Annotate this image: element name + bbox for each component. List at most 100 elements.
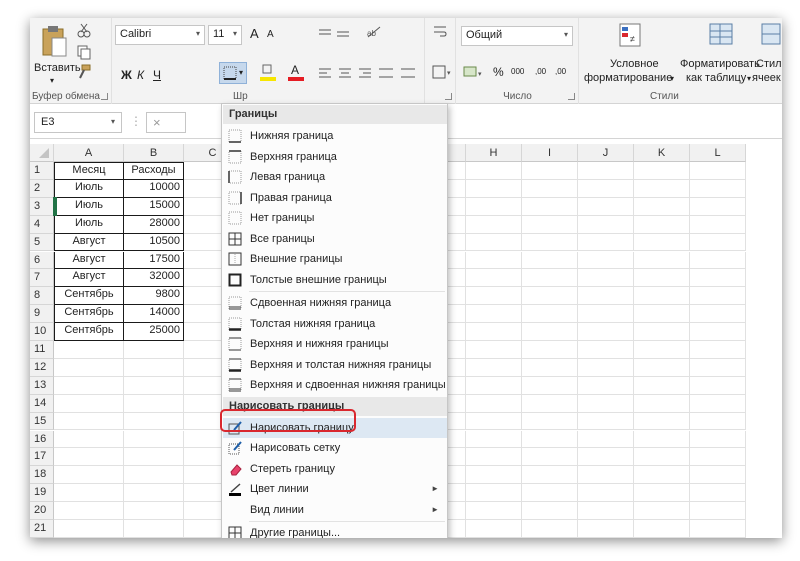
cell-I14[interactable]: [522, 394, 578, 413]
paste-button[interactable]: Вставить: [34, 62, 81, 74]
cell-L5[interactable]: [690, 233, 746, 252]
cell-A9[interactable]: Сентябрь: [54, 305, 124, 324]
align-buttons-icon[interactable]: [317, 66, 417, 80]
menu-item-border-bottom[interactable]: Нижняя граница: [223, 126, 447, 146]
cell-I9[interactable]: [522, 305, 578, 324]
menu-item-border-all[interactable]: Все границы: [223, 229, 447, 249]
cell-I2[interactable]: [522, 179, 578, 198]
cell-I4[interactable]: [522, 215, 578, 234]
clipboard-launcher-icon[interactable]: [101, 93, 108, 100]
number-format-select[interactable]: Общий ▾: [461, 26, 573, 46]
font-size-select[interactable]: 11 ▾: [208, 25, 242, 45]
menu-item-border-right[interactable]: Правая граница: [223, 188, 447, 208]
cell-B16[interactable]: [124, 430, 184, 449]
cell-H17[interactable]: [466, 448, 522, 467]
cell-L14[interactable]: [690, 394, 746, 413]
cell-I7[interactable]: [522, 269, 578, 288]
fill-color-icon[interactable]: [259, 62, 277, 82]
cell-K5[interactable]: [634, 233, 690, 252]
cell-J2[interactable]: [578, 179, 634, 198]
cell-A11[interactable]: [54, 341, 124, 359]
cell-L1[interactable]: [690, 162, 746, 180]
menu-item-border-none[interactable]: Нет границы: [223, 208, 447, 228]
cell-L6[interactable]: [690, 251, 746, 270]
cell-L9[interactable]: [690, 305, 746, 324]
cell-B8[interactable]: 9800: [124, 287, 184, 306]
cell-L15[interactable]: [690, 412, 746, 431]
cell-styles-line2[interactable]: ячеек: [752, 72, 781, 84]
cell-J11[interactable]: [578, 341, 634, 359]
cell-L13[interactable]: [690, 376, 746, 395]
menu-item-line-color[interactable]: Цвет линии ►: [223, 479, 447, 499]
menu-item-border-thick-bottom[interactable]: Толстая нижняя граница: [223, 314, 447, 334]
menu-item-line-style[interactable]: Вид линии ►: [223, 500, 447, 520]
cell-styles-icon[interactable]: [760, 22, 782, 50]
font-color-icon[interactable]: A: [287, 62, 305, 82]
merge-center-icon[interactable]: ▾: [432, 64, 452, 80]
cell-H20[interactable]: [466, 502, 522, 520]
cell-A17[interactable]: [54, 448, 124, 467]
cell-H11[interactable]: [466, 341, 522, 359]
row-header-13[interactable]: 13: [30, 376, 54, 395]
cell-H3[interactable]: [466, 197, 522, 216]
paste-dropdown-icon[interactable]: ▾: [50, 76, 54, 85]
cell-H2[interactable]: [466, 179, 522, 198]
cell-K14[interactable]: [634, 394, 690, 413]
row-header-2[interactable]: 2: [30, 179, 54, 198]
font-name-select[interactable]: Calibri ▾: [115, 25, 205, 45]
cell-J4[interactable]: [578, 215, 634, 234]
cell-A1[interactable]: Месяц: [54, 162, 124, 180]
cell-H15[interactable]: [466, 412, 522, 431]
cell-J21[interactable]: [578, 520, 634, 538]
cell-K10[interactable]: [634, 323, 690, 341]
cell-I3[interactable]: [522, 197, 578, 216]
cell-B21[interactable]: [124, 520, 184, 538]
decrease-decimal-button[interactable]: ,00: [555, 67, 566, 76]
cell-I12[interactable]: [522, 358, 578, 377]
cell-K1[interactable]: [634, 162, 690, 180]
select-all-corner[interactable]: [30, 144, 54, 162]
cell-K19[interactable]: [634, 484, 690, 503]
cell-K16[interactable]: [634, 430, 690, 449]
name-box[interactable]: E3 ▾: [34, 112, 122, 133]
cell-A10[interactable]: Сентябрь: [54, 323, 124, 341]
cell-K12[interactable]: [634, 358, 690, 377]
cell-A14[interactable]: [54, 394, 124, 413]
cell-K13[interactable]: [634, 376, 690, 395]
cell-L20[interactable]: [690, 502, 746, 520]
row-header-5[interactable]: 5: [30, 233, 54, 252]
cell-B10[interactable]: 25000: [124, 323, 184, 341]
menu-item-border-top-thick-bottom[interactable]: Верхняя и толстая нижняя границы: [223, 355, 447, 375]
cell-L11[interactable]: [690, 341, 746, 359]
cell-B7[interactable]: 32000: [124, 269, 184, 288]
cut-icon[interactable]: [76, 22, 92, 38]
cell-B12[interactable]: [124, 358, 184, 377]
cell-I15[interactable]: [522, 412, 578, 431]
cell-K9[interactable]: [634, 305, 690, 324]
menu-item-border-top-bottom[interactable]: Верхняя и нижняя границы: [223, 334, 447, 354]
cell-L21[interactable]: [690, 520, 746, 538]
row-header-16[interactable]: 16: [30, 430, 54, 449]
cell-K6[interactable]: [634, 251, 690, 270]
cell-K11[interactable]: [634, 341, 690, 359]
row-header-8[interactable]: 8: [30, 287, 54, 306]
cell-I16[interactable]: [522, 430, 578, 449]
currency-format-icon[interactable]: ▾: [463, 64, 485, 80]
cell-H13[interactable]: [466, 376, 522, 395]
cell-H18[interactable]: [466, 466, 522, 485]
row-header-6[interactable]: 6: [30, 251, 54, 270]
row-header-7[interactable]: 7: [30, 269, 54, 288]
cell-B3[interactable]: 15000: [124, 197, 184, 216]
row-header-10[interactable]: 10: [30, 323, 54, 341]
cell-B2[interactable]: 10000: [124, 179, 184, 198]
cell-styles-line1[interactable]: Стили: [756, 58, 782, 70]
wrap-text-icon[interactable]: [432, 24, 448, 40]
row-header-4[interactable]: 4: [30, 215, 54, 234]
menu-item-border-outside[interactable]: Внешние границы: [223, 249, 447, 269]
cell-A2[interactable]: Июль: [54, 179, 124, 198]
bold-button[interactable]: Ж: [121, 68, 132, 82]
cell-J17[interactable]: [578, 448, 634, 467]
cell-I6[interactable]: [522, 251, 578, 270]
cell-A21[interactable]: [54, 520, 124, 538]
cell-J13[interactable]: [578, 376, 634, 395]
